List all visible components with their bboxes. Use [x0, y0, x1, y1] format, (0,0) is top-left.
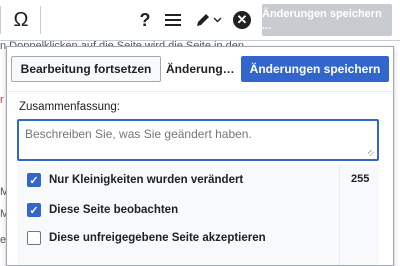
hamburger-icon: [165, 14, 181, 26]
toolbar-divider: [0, 6, 1, 34]
menu-button[interactable]: [161, 0, 185, 40]
save-dialog: Bearbeitung fortsetzen Änderungen speich…: [6, 46, 394, 266]
accept-revision-checkbox[interactable]: [27, 231, 41, 245]
chevron-down-icon: [213, 17, 221, 23]
help-button[interactable]: ?: [134, 0, 156, 40]
summary-field[interactable]: [17, 119, 379, 161]
accept-revision-option[interactable]: Diese unfreigegebene Seite akzeptieren: [27, 231, 266, 245]
close-icon: ✕: [233, 11, 251, 29]
background-text-fragment: r: [0, 94, 4, 106]
continue-editing-button[interactable]: Bearbeitung fortsetzen: [11, 56, 161, 82]
summary-label: Zusammenfassung:: [19, 101, 120, 113]
resize-grip-icon[interactable]: [368, 150, 374, 156]
close-editor-button[interactable]: ✕: [230, 0, 254, 40]
omega-icon: Ω: [13, 8, 29, 31]
dialog-title-text: Änderungen speichern: [166, 62, 240, 76]
summary-input[interactable]: [19, 121, 377, 159]
edit-mode-switch-button[interactable]: [192, 0, 224, 40]
minor-edit-label[interactable]: Nur Kleinigkeiten wurden verändert: [49, 174, 243, 186]
toolbar-divider: [40, 6, 41, 34]
character-counter: 255: [351, 173, 370, 185]
save-options-panel: 255 ✓ Nur Kleinigkeiten wurden verändert…: [17, 165, 379, 265]
minor-edit-option[interactable]: ✓ Nur Kleinigkeiten wurden verändert: [27, 173, 243, 187]
save-changes-button[interactable]: Änderungen speichern: [241, 56, 389, 82]
editor-toolbar: Ω ? ✕ Änderungen speichern ...: [0, 0, 400, 41]
options-divider: [339, 165, 340, 265]
watch-page-option[interactable]: ✓ Diese Seite beobachten: [27, 203, 178, 217]
pencil-icon: [196, 14, 209, 26]
minor-edit-checkbox[interactable]: ✓: [27, 173, 41, 187]
watch-page-checkbox[interactable]: ✓: [27, 203, 41, 217]
toolbar-save-button[interactable]: Änderungen speichern ...: [262, 4, 392, 36]
special-characters-button[interactable]: Ω: [6, 0, 36, 40]
help-icon: ?: [139, 9, 151, 30]
watch-page-label[interactable]: Diese Seite beobachten: [49, 204, 178, 216]
dialog-header: Bearbeitung fortsetzen Änderungen speich…: [7, 47, 393, 92]
accept-revision-label[interactable]: Diese unfreigegebene Seite akzeptieren: [49, 232, 266, 244]
dialog-title: Änderungen speichern: [166, 56, 240, 82]
